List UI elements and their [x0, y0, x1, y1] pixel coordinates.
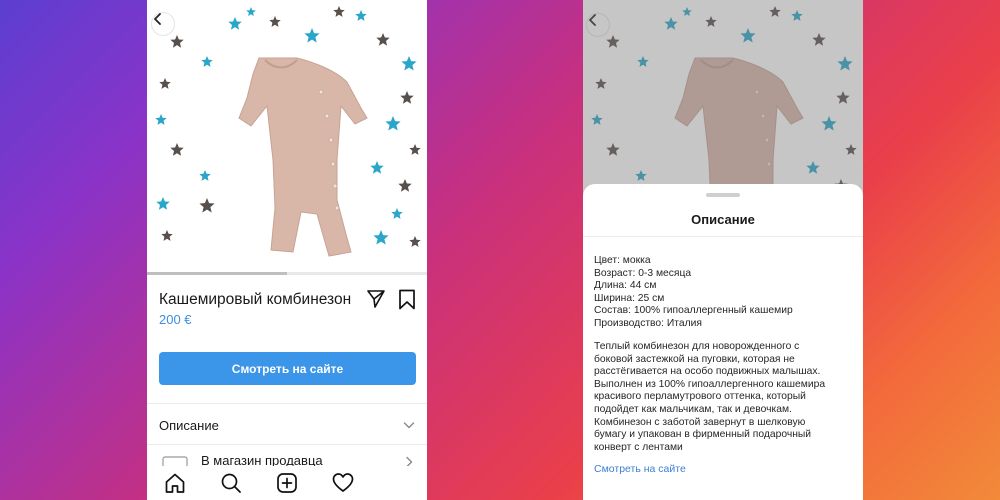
product-title: Кашемировый комбинезон: [159, 291, 352, 308]
spec-line: Возраст: 0-3 месяца: [594, 267, 692, 279]
home-icon[interactable]: [164, 472, 186, 494]
garment-image: [238, 57, 368, 257]
product-photo[interactable]: [147, 0, 427, 272]
divider: [147, 444, 427, 445]
carousel-progress: [147, 272, 427, 275]
romper-body: [238, 57, 368, 257]
description-line: Комбинезон с заботой завернут в шелковую: [594, 416, 806, 428]
description-row-label[interactable]: Описание: [159, 418, 219, 433]
heart-icon[interactable]: [332, 472, 354, 494]
button-detail: [318, 89, 324, 95]
description-line: подойдет как мальчикам, так и девочкам.: [594, 403, 792, 415]
divider: [147, 403, 427, 404]
description-sheet-screen: Описание Цвет: мокка Возраст: 0-3 месяца…: [583, 0, 863, 500]
product-screen: Кашемировый комбинезон 200 € Смотреть на…: [147, 0, 427, 500]
spec-list: Цвет: мокка Возраст: 0-3 месяца Длина: 4…: [594, 255, 856, 331]
button-detail: [324, 113, 330, 119]
search-icon[interactable]: [220, 472, 242, 494]
divider: [583, 236, 863, 237]
description-line: бумагу и упакован в фирменный подарочный: [594, 429, 812, 441]
carousel-progress-thumb: [147, 272, 287, 275]
button-detail: [330, 161, 336, 167]
spec-line: Состав: 100% гипоаллергенный кашемир: [594, 305, 793, 317]
chevron-down-icon[interactable]: [403, 419, 415, 431]
button-detail: [334, 205, 340, 211]
description-line: боковой застежкой на пуговки, которая не: [594, 353, 795, 365]
description-line: красивого перламутрового оттенка, которы…: [594, 391, 806, 403]
description-line: Выполнен из 100% гипоаллергенного кашеми…: [594, 378, 826, 390]
view-on-website-button[interactable]: Смотреть на сайте: [159, 352, 416, 385]
sheet-title: Описание: [691, 212, 755, 227]
shop-icon: [162, 456, 188, 467]
chevron-left-icon: [154, 13, 161, 25]
description-bottom-sheet: Описание Цвет: мокка Возраст: 0-3 месяца…: [583, 184, 863, 500]
spec-line: Цвет: мокка: [594, 255, 651, 266]
sheet-drag-handle[interactable]: [706, 193, 740, 197]
spec-line: Производство: Италия: [594, 317, 702, 329]
add-post-icon[interactable]: [276, 472, 298, 494]
spec-line: Ширина: 25 см: [594, 292, 665, 304]
bookmark-icon[interactable]: [398, 289, 416, 310]
product-price: 200 €: [159, 312, 192, 327]
view-on-website-link[interactable]: Смотреть на сайте: [594, 463, 686, 475]
description-text: Теплый комбинезон для новорожденного с б…: [594, 341, 856, 454]
spec-line: Длина: 44 см: [594, 280, 657, 292]
back-button[interactable]: [151, 12, 175, 36]
description-line: расстёгивается на особо подвижных малыша…: [594, 366, 821, 378]
bottom-tab-bar: [147, 466, 427, 500]
share-icon[interactable]: [366, 289, 386, 309]
button-detail: [328, 137, 334, 143]
button-detail: [332, 183, 338, 189]
description-line: конверт с лентами: [594, 441, 683, 453]
description-line: Теплый комбинезон для новорожденного с: [594, 341, 800, 352]
